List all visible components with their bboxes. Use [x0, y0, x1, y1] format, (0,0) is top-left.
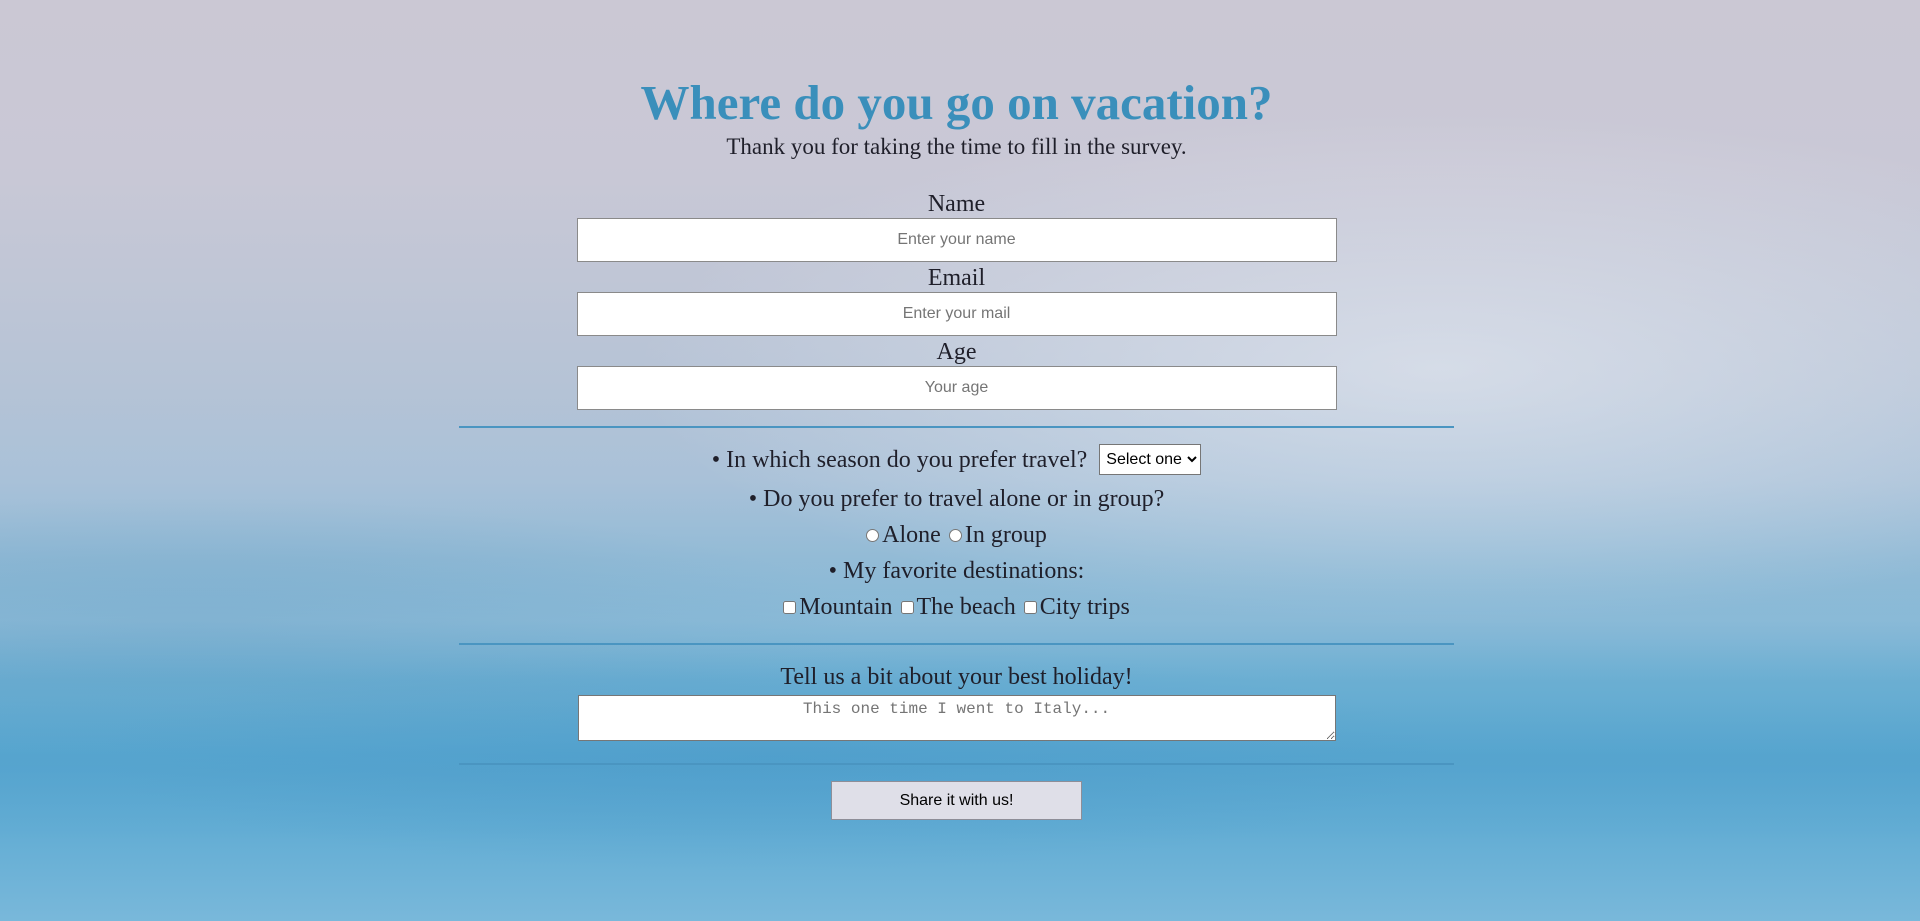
holiday-textarea[interactable] [577, 695, 1336, 741]
season-question-row: • In which season do you prefer travel? … [459, 444, 1454, 475]
season-question: • In which season do you prefer travel? [711, 446, 1088, 473]
beach-option[interactable]: The beach [900, 593, 1016, 621]
destination-options: Mountain The beach City trips [459, 593, 1454, 621]
mountain-label: Mountain [799, 594, 893, 620]
destinations-question: • My favorite destinations: [828, 558, 1085, 584]
season-select[interactable]: Select one [1099, 444, 1202, 475]
alone-option[interactable]: Alone [866, 521, 941, 549]
city-trips-label: City trips [1039, 594, 1130, 620]
beach-label: The beach [916, 594, 1016, 620]
email-input[interactable] [576, 292, 1337, 336]
age-input[interactable] [576, 366, 1337, 410]
mountain-checkbox[interactable] [783, 600, 797, 614]
name-input[interactable] [576, 218, 1337, 262]
section-divider [459, 426, 1454, 428]
survey-container: Where do you go on vacation? Thank you f… [459, 0, 1454, 820]
in-group-label: In group [964, 522, 1047, 548]
page-subtitle: Thank you for taking the time to fill in… [726, 134, 1187, 159]
city-trips-checkbox[interactable] [1023, 600, 1037, 614]
alone-radio[interactable] [866, 528, 880, 542]
beach-checkbox[interactable] [900, 600, 914, 614]
company-options: Alone In group [459, 521, 1454, 549]
survey-form: Name Email Age • In which season do you … [459, 190, 1454, 820]
section-divider [459, 763, 1454, 765]
section-divider [459, 643, 1454, 645]
age-label: Age [936, 339, 977, 365]
alone-label: Alone [882, 522, 941, 548]
in-group-option[interactable]: In group [948, 521, 1047, 549]
in-group-radio[interactable] [948, 528, 962, 542]
submit-button[interactable]: Share it with us! [831, 781, 1082, 820]
mountain-option[interactable]: Mountain [783, 593, 893, 621]
city-trips-option[interactable]: City trips [1023, 593, 1130, 621]
name-label: Name [927, 191, 986, 217]
company-question: • Do you prefer to travel alone or in gr… [748, 486, 1165, 512]
holiday-label: Tell us a bit about your best holiday! [780, 664, 1133, 690]
email-label: Email [927, 265, 986, 291]
page-title: Where do you go on vacation? [640, 75, 1273, 130]
